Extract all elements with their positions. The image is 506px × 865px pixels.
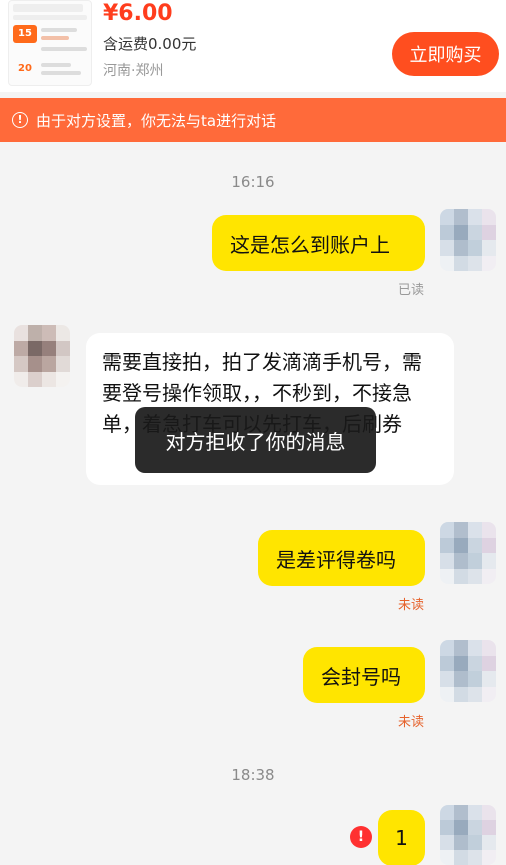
timestamp: 16:16 [231, 173, 275, 191]
unread-status: 未读 [398, 598, 425, 613]
product-thumbnail[interactable]: 15 20 [8, 0, 92, 86]
self-avatar-icon[interactable] [440, 640, 496, 702]
contact-avatar-icon[interactable] [14, 325, 70, 387]
warning-icon: ! [12, 112, 28, 128]
thumbnail-badge-15: 15 [13, 25, 37, 43]
send-failed-icon[interactable]: ! [350, 826, 372, 848]
banner-text: 由于对方设置，你无法与ta进行对话 [36, 111, 277, 130]
thumbnail-badge-20: 20 [18, 63, 32, 74]
message-bubble-self[interactable]: 会封号吗 [303, 647, 425, 703]
product-price: ¥6.00 [103, 1, 173, 26]
self-avatar-icon[interactable] [440, 522, 496, 584]
message-bubble-self[interactable]: 是差评得卷吗 [258, 530, 425, 586]
message-bubble-self[interactable]: 这是怎么到账户上 [212, 215, 425, 271]
message-bubble-self[interactable]: 1 [378, 810, 425, 865]
buy-now-button[interactable]: 立即购买 [392, 32, 499, 76]
self-avatar-icon[interactable] [440, 805, 496, 865]
product-card[interactable]: 15 20 ¥6.00 含运费0.00元 河南·郑州 立即购买 [0, 0, 506, 92]
read-status: 已读 [398, 283, 425, 298]
shipping-fee: 含运费0.00元 [103, 35, 197, 53]
unread-status: 未读 [398, 715, 425, 730]
self-avatar-icon[interactable] [440, 209, 496, 271]
rejected-toast: 对方拒收了你的消息 [135, 407, 376, 473]
timestamp: 18:38 [231, 766, 275, 784]
product-location: 河南·郑州 [103, 63, 164, 79]
chat-blocked-banner: ! 由于对方设置，你无法与ta进行对话 [0, 98, 506, 142]
